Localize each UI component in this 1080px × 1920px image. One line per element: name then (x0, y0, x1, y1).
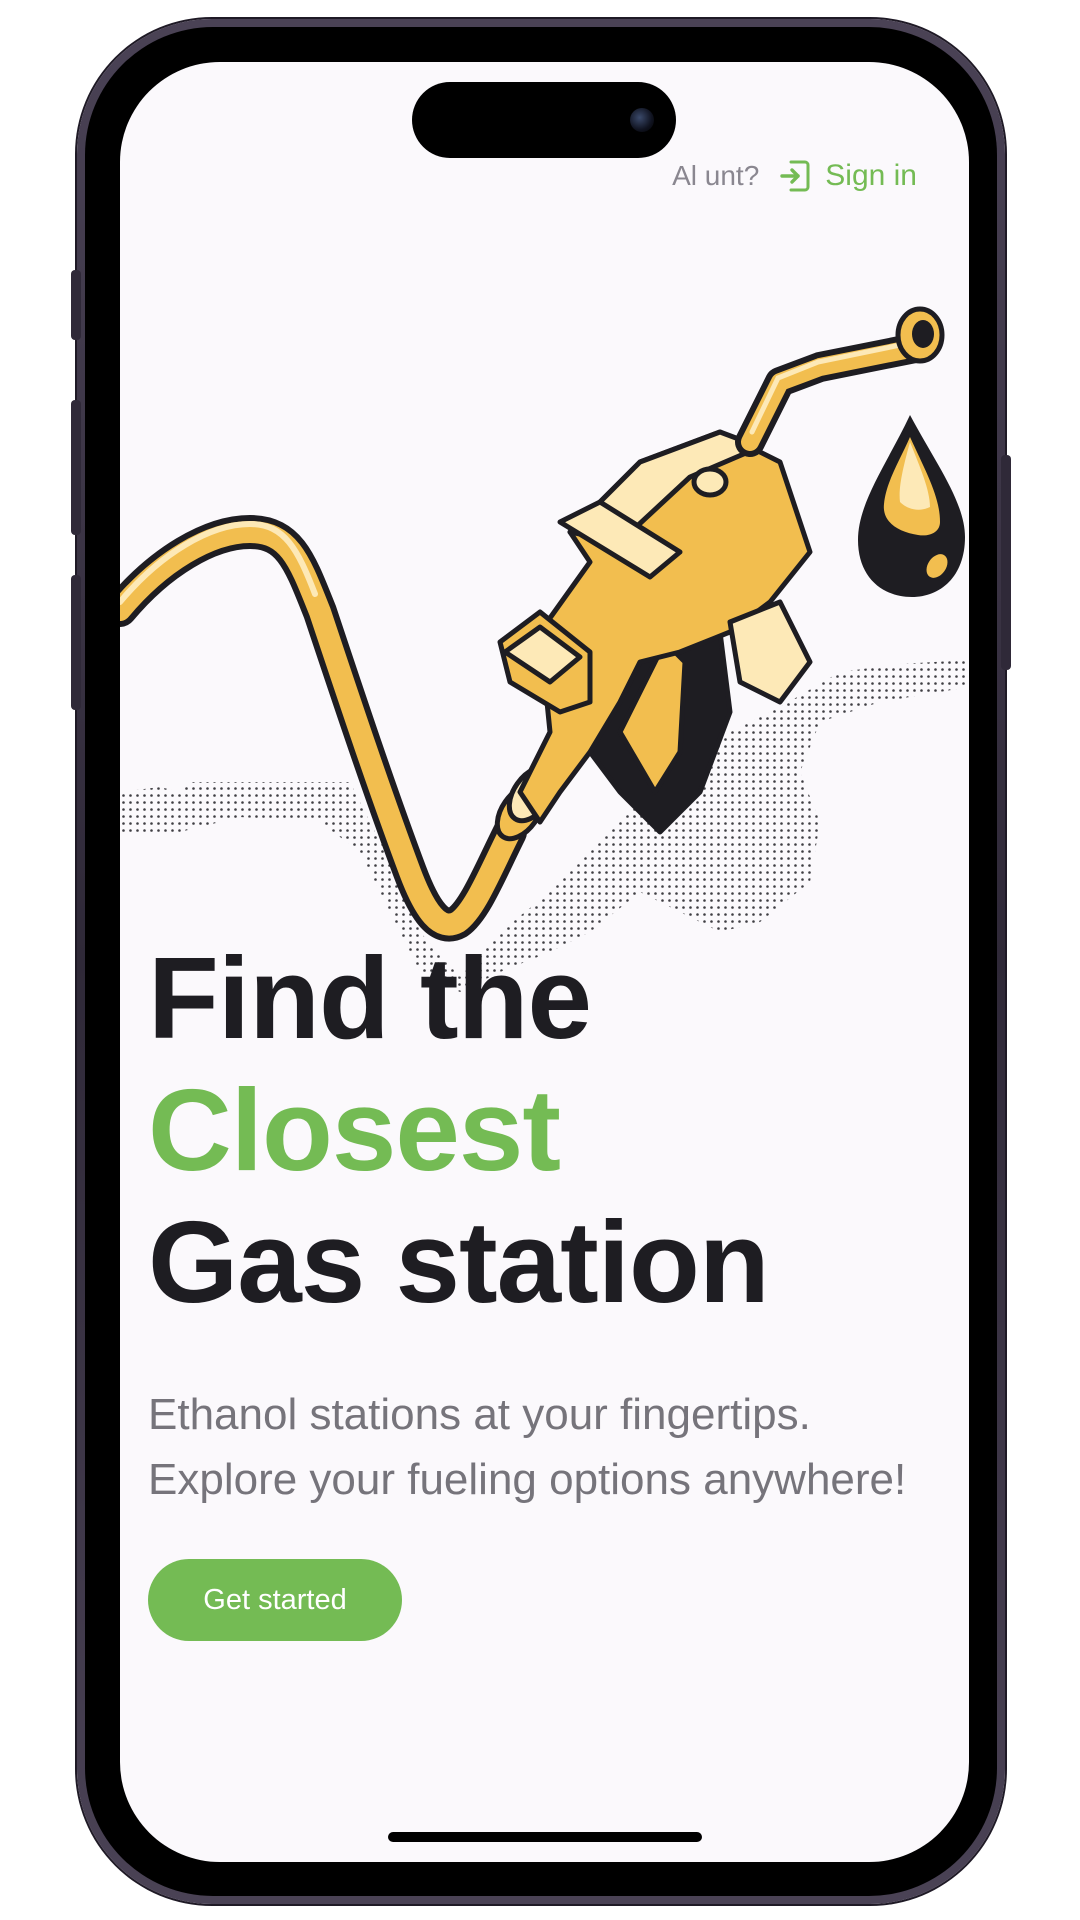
volume-up-button (71, 400, 81, 535)
fuel-drop-icon (858, 415, 965, 597)
spout-tip (895, 306, 945, 364)
fuel-nozzle-illustration (120, 306, 969, 992)
app-screen: Al unt? Sign in Find the Closest Gas sta… (120, 62, 969, 1862)
home-indicator[interactable] (388, 1832, 702, 1842)
headline-line-1: Find the (148, 933, 592, 1063)
sign-in-label: Sign in (825, 159, 917, 192)
sign-in-link[interactable]: Sign in (779, 159, 917, 193)
action-button (71, 270, 81, 340)
headline-line-3: Gas station (148, 1197, 770, 1327)
volume-down-button (71, 575, 81, 710)
account-prompt: Al unt? (672, 160, 760, 191)
power-button (1001, 455, 1011, 670)
front-camera (630, 108, 654, 132)
hero-headline: Find the Closest Gas station (148, 932, 770, 1328)
headline-accent: Closest (148, 1065, 561, 1195)
device-mockup: Al unt? Sign in Find the Closest Gas sta… (0, 0, 1080, 1920)
hero-subtitle: Ethanol stations at your fingertips. Exp… (148, 1390, 907, 1504)
dynamic-island (412, 82, 676, 158)
get-started-button[interactable]: Get started (148, 1559, 402, 1641)
sign-in-icon (780, 160, 810, 192)
nozzle-spout (741, 338, 929, 451)
top-bar: Al unt? Sign in (672, 156, 917, 196)
